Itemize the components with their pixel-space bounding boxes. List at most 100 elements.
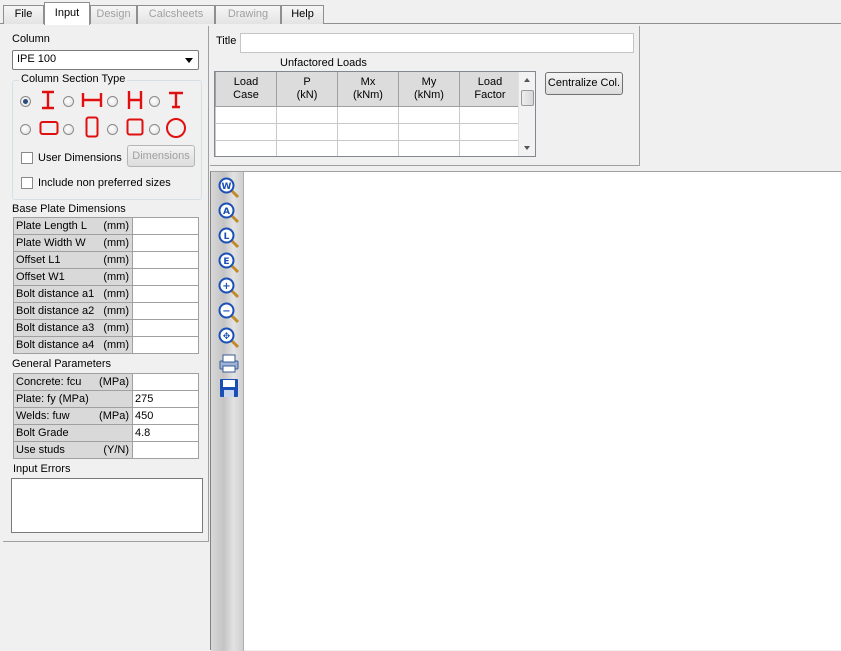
col-header-load-factor: Load Factor: [459, 72, 521, 107]
base-plate-grid: Plate Length L (mm) Plate Width W (mm) Off…: [13, 217, 199, 354]
base-plate-label: Base Plate Dimensions: [12, 203, 126, 215]
plate-width-input[interactable]: [132, 234, 199, 252]
table-row: Bolt distance a2 (mm): [13, 302, 199, 320]
general-parameters-label: General Parameters: [12, 358, 112, 370]
table-cell[interactable]: [337, 105, 399, 124]
zoom-out-icon[interactable]: −: [218, 302, 240, 324]
table-cell[interactable]: [276, 122, 338, 141]
concrete-fcu-input[interactable]: [132, 373, 199, 391]
title-label: Title: [216, 35, 237, 47]
svg-text:L: L: [224, 232, 230, 242]
table-row: [215, 122, 521, 141]
scroll-up-icon[interactable]: [524, 78, 530, 82]
tab-help[interactable]: Help: [281, 5, 324, 24]
zoom-length-icon[interactable]: L: [218, 227, 240, 249]
zoom-width-icon[interactable]: W: [218, 177, 240, 199]
table-row: Use studs (Y/N): [13, 441, 199, 459]
tab-design[interactable]: Design: [90, 5, 137, 24]
bolt-distance-a1-input[interactable]: [132, 285, 199, 303]
scroll-thumb[interactable]: [521, 90, 534, 106]
radio-rectangular-hollow[interactable]: [20, 124, 31, 135]
rectangular-hollow-tall-icon: [85, 116, 99, 138]
radio-square-hollow[interactable]: [107, 124, 118, 135]
bolt-distance-a4-input[interactable]: [132, 336, 199, 354]
include-non-preferred-label: Include non preferred sizes: [38, 177, 171, 189]
h-section-horizontal-icon: [81, 93, 103, 107]
user-dimensions-checkbox[interactable]: [21, 152, 33, 164]
centralize-column-button[interactable]: Centralize Col.: [545, 72, 623, 95]
offset-l1-input[interactable]: [132, 251, 199, 269]
square-hollow-icon: [126, 118, 144, 136]
chevron-down-icon: [185, 58, 193, 63]
table-cell[interactable]: [398, 122, 460, 141]
drawing-canvas[interactable]: W A L E + − ✥: [210, 171, 841, 651]
table-row: Offset L1 (mm): [13, 251, 199, 269]
input-errors-box[interactable]: [11, 478, 203, 533]
table-cell[interactable]: [459, 105, 521, 124]
zoom-all-icon[interactable]: A: [218, 202, 240, 224]
zoom-extents-icon[interactable]: E: [218, 252, 240, 274]
col-header-p: P (kN): [276, 72, 338, 107]
table-row: [215, 105, 521, 124]
table-cell[interactable]: [215, 105, 277, 124]
welds-fuw-input[interactable]: 450: [132, 407, 199, 425]
tab-drawing[interactable]: Drawing: [215, 5, 281, 24]
table-cell[interactable]: [215, 122, 277, 141]
print-icon[interactable]: [218, 352, 240, 374]
table-cell[interactable]: [215, 139, 277, 156]
title-input[interactable]: [240, 33, 634, 53]
column-select[interactable]: IPE 100: [12, 50, 199, 70]
column-section-type-label: Column Section Type: [19, 73, 128, 85]
input-errors-label: Input Errors: [13, 463, 71, 475]
table-row: Plate Length L (mm): [13, 217, 199, 235]
table-cell[interactable]: [398, 105, 460, 124]
scroll-down-icon[interactable]: [524, 146, 530, 150]
table-row: Offset W1 (mm): [13, 268, 199, 286]
table-cell[interactable]: [398, 139, 460, 156]
table-cell[interactable]: [459, 122, 521, 141]
general-parameters-grid: Concrete: fcu (MPa) Plate: fy (MPa) 275 We…: [13, 373, 199, 459]
h-section-icon: [127, 91, 143, 109]
table-cell[interactable]: [337, 122, 399, 141]
radio-rectangular-hollow-tall[interactable]: [63, 124, 74, 135]
table-row: Bolt distance a3 (mm): [13, 319, 199, 337]
table-row: Bolt distance a1 (mm): [13, 285, 199, 303]
col-header-load-case: Load Case: [215, 72, 277, 107]
include-non-preferred-checkbox[interactable]: [21, 177, 33, 189]
offset-w1-input[interactable]: [132, 268, 199, 286]
use-studs-input[interactable]: [132, 441, 199, 459]
bolt-distance-a3-input[interactable]: [132, 319, 199, 337]
tab-calcsheets[interactable]: Calcsheets: [137, 5, 215, 24]
input-panel: Column IPE 100 Column Section Type User …: [3, 26, 209, 542]
svg-text:✥: ✥: [223, 332, 231, 342]
bolt-grade-input[interactable]: 4.8: [132, 424, 199, 442]
zoom-in-icon[interactable]: +: [218, 277, 240, 299]
view-toolbar: W A L E + − ✥: [211, 172, 244, 651]
table-cell[interactable]: [276, 139, 338, 156]
table-cell[interactable]: [337, 139, 399, 156]
plate-length-input[interactable]: [132, 217, 199, 235]
radio-i-section[interactable]: [20, 96, 31, 107]
table-cell[interactable]: [276, 105, 338, 124]
unfactored-loads-label: Unfactored Loads: [280, 57, 367, 69]
plate-fy-input[interactable]: 275: [132, 390, 199, 408]
svg-text:A: A: [223, 207, 230, 217]
table-cell[interactable]: [459, 139, 521, 156]
radio-circular-hollow[interactable]: [149, 124, 160, 135]
tab-file[interactable]: File: [3, 5, 44, 24]
pan-icon[interactable]: ✥: [218, 327, 240, 349]
radio-h-section[interactable]: [107, 96, 118, 107]
radio-h-section-horizontal[interactable]: [63, 96, 74, 107]
column-section-type-group: Column Section Type User Dimensions Dime…: [12, 73, 202, 200]
svg-text:E: E: [223, 257, 229, 267]
user-dimensions-label: User Dimensions: [38, 152, 122, 164]
svg-text:W: W: [222, 182, 232, 192]
tab-input[interactable]: Input: [44, 2, 90, 25]
loads-scrollbar[interactable]: [518, 72, 535, 156]
save-icon[interactable]: [218, 377, 240, 399]
radio-t-section[interactable]: [149, 96, 160, 107]
column-label: Column: [12, 33, 50, 45]
dimensions-button[interactable]: Dimensions: [127, 145, 195, 167]
bolt-distance-a2-input[interactable]: [132, 302, 199, 320]
svg-text:−: −: [222, 306, 230, 317]
